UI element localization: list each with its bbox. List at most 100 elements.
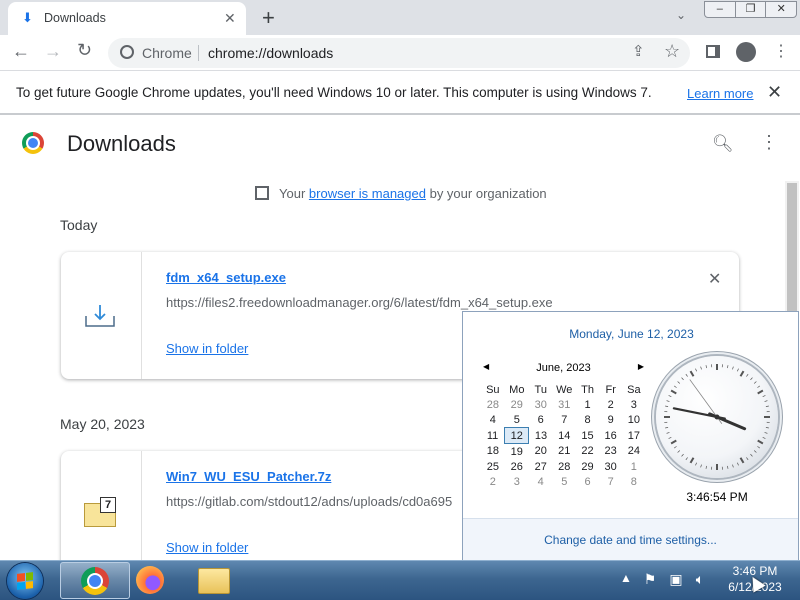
calendar-day[interactable]: 23 <box>599 444 622 460</box>
calendar-day[interactable]: 7 <box>599 474 622 489</box>
calendar-day[interactable]: 30 <box>529 397 553 412</box>
learn-more-link[interactable]: Learn more <box>687 86 753 101</box>
calendar-day[interactable]: 1 <box>576 397 599 412</box>
close-window-button[interactable]: ✕ <box>765 1 798 18</box>
calendar-day[interactable]: 16 <box>599 428 622 444</box>
infobar-close-icon[interactable]: ✕ <box>767 82 782 103</box>
calendar-day[interactable]: 2 <box>599 397 622 412</box>
calendar-day[interactable]: 9 <box>599 412 622 428</box>
calendar-day[interactable]: 8 <box>576 412 599 428</box>
calendar-day[interactable]: 19 <box>505 444 529 460</box>
calendar-day[interactable]: 10 <box>622 412 645 428</box>
calendar-day[interactable]: 21 <box>553 444 576 460</box>
download-url: https://files2.freedownloadmanager.org/6… <box>166 295 553 310</box>
forward-arrow-icon[interactable]: → <box>44 41 62 62</box>
chrome-logo-icon <box>22 132 44 154</box>
long-date-link[interactable]: Monday, June 12, 2023 <box>463 327 800 341</box>
tab-downloads[interactable]: ⬇ Downloads ✕ <box>8 2 246 35</box>
calendar-day[interactable]: 17 <box>622 428 645 444</box>
calendar-day[interactable]: 18 <box>481 444 505 460</box>
managed-suffix: by your organization <box>429 186 547 201</box>
calendar-day[interactable]: 29 <box>576 459 599 474</box>
calendar-day[interactable]: 13 <box>529 428 553 444</box>
more-actions-icon[interactable]: ⋮ <box>760 133 778 151</box>
calendar-day[interactable]: 6 <box>576 474 599 489</box>
search-icon[interactable]: 🔍︎ <box>712 134 734 154</box>
calendar-day[interactable]: 22 <box>576 444 599 460</box>
clock-tick <box>673 446 677 449</box>
calendar-day[interactable]: 28 <box>553 459 576 474</box>
clock-tick <box>764 400 768 402</box>
clock-tick <box>689 370 695 377</box>
minimize-button[interactable]: – <box>704 1 736 18</box>
calendar-day[interactable]: 5 <box>505 412 529 428</box>
clock-tick <box>746 373 749 377</box>
calendar-day[interactable]: 20 <box>529 444 553 460</box>
bookmark-star-icon[interactable]: ☆ <box>664 41 680 62</box>
calendar-day[interactable]: 4 <box>481 412 505 428</box>
share-icon[interactable]: ⇪ <box>632 42 645 60</box>
back-arrow-icon[interactable]: ← <box>12 41 30 62</box>
chrome-menu-icon[interactable]: ⋮ <box>773 41 789 61</box>
calendar-day[interactable]: 7 <box>553 412 576 428</box>
restore-button[interactable]: ❐ <box>734 1 767 18</box>
tab-strip: ⬇ Downloads ✕ + ⌄ – ❐ ✕ <box>0 0 800 35</box>
calendar-day[interactable]: 30 <box>599 459 622 474</box>
clock-tick <box>727 365 729 369</box>
side-panel-icon[interactable] <box>706 45 720 58</box>
page-title: Downloads <box>67 131 176 156</box>
calendar-day[interactable]: 26 <box>505 459 529 474</box>
taskbar-firefox[interactable] <box>116 562 186 599</box>
volume-muted-icon[interactable]: 🔈︎ <box>692 571 708 587</box>
show-in-folder-link[interactable]: Show in folder <box>166 341 248 356</box>
new-tab-button[interactable]: + <box>262 5 275 31</box>
calendar-day[interactable]: 29 <box>505 397 529 412</box>
clock-tick <box>705 365 707 369</box>
calendar: ◀ June, 2023 ▶ Su Mo Tu We Th Fr Sa 28 29 30 31 1 2… <box>481 362 646 489</box>
calendar-day[interactable]: 1 <box>622 459 645 474</box>
infobar-message: To get future Google Chrome updates, you… <box>16 85 652 100</box>
browser-managed-link[interactable]: browser is managed <box>309 186 426 201</box>
clock-tick <box>665 427 669 429</box>
calendar-day[interactable]: 14 <box>553 428 576 444</box>
calendar-day[interactable]: 3 <box>622 397 645 412</box>
calendar-grid: Su Mo Tu We Th Fr Sa 28 29 30 31 1 2 3 4 5 6 7 8 9 10 11 12 13… <box>481 382 646 489</box>
address-url[interactable]: chrome://downloads <box>208 45 333 61</box>
clock-tick <box>757 439 764 445</box>
calendar-week: 18 19 20 21 22 23 24 <box>481 444 646 460</box>
reload-icon[interactable]: ↻ <box>77 40 92 61</box>
calendar-day[interactable]: 6 <box>529 412 553 428</box>
calendar-day[interactable]: 27 <box>529 459 553 474</box>
calendar-day[interactable]: 4 <box>529 474 553 489</box>
tab-close-icon[interactable]: ✕ <box>224 10 236 27</box>
show-hidden-icons-icon[interactable]: ▲ <box>620 571 632 585</box>
previous-month-icon[interactable]: ◀ <box>483 362 489 371</box>
remove-download-icon[interactable]: ✕ <box>708 269 721 289</box>
calendar-day[interactable]: 24 <box>622 444 645 460</box>
change-date-time-link[interactable]: Change date and time settings... <box>463 533 798 547</box>
show-in-folder-link[interactable]: Show in folder <box>166 540 248 555</box>
calendar-day[interactable]: 28 <box>481 397 505 412</box>
calendar-day[interactable]: 12 <box>504 427 530 444</box>
taskbar-explorer[interactable] <box>178 562 248 599</box>
profile-avatar-icon[interactable] <box>736 42 756 62</box>
clock-tick <box>673 385 677 388</box>
action-center-icon[interactable]: ⚑ <box>642 571 658 587</box>
download-filename-link[interactable]: Win7_WU_ESU_Patcher.7z <box>166 469 331 484</box>
calendar-day[interactable]: 15 <box>576 428 599 444</box>
weekday-label: We <box>556 383 573 396</box>
calendar-day[interactable]: 11 <box>481 428 505 444</box>
next-month-icon[interactable]: ▶ <box>638 362 644 371</box>
address-bar[interactable]: Chrome chrome://downloads ⇪ ☆ <box>108 38 690 68</box>
calendar-day[interactable]: 3 <box>505 474 529 489</box>
calendar-month-label[interactable]: June, 2023 <box>536 362 590 374</box>
calendar-day[interactable]: 31 <box>553 397 576 412</box>
calendar-day[interactable]: 2 <box>481 474 505 489</box>
network-icon[interactable]: ▣ <box>668 571 684 587</box>
download-filename-link[interactable]: fdm_x64_setup.exe <box>166 270 286 285</box>
calendar-day[interactable]: 5 <box>553 474 576 489</box>
tab-search-chevron-icon[interactable]: ⌄ <box>676 8 686 22</box>
calendar-day[interactable]: 25 <box>481 459 505 474</box>
calendar-day[interactable]: 8 <box>622 474 645 489</box>
start-button[interactable] <box>7 563 43 599</box>
